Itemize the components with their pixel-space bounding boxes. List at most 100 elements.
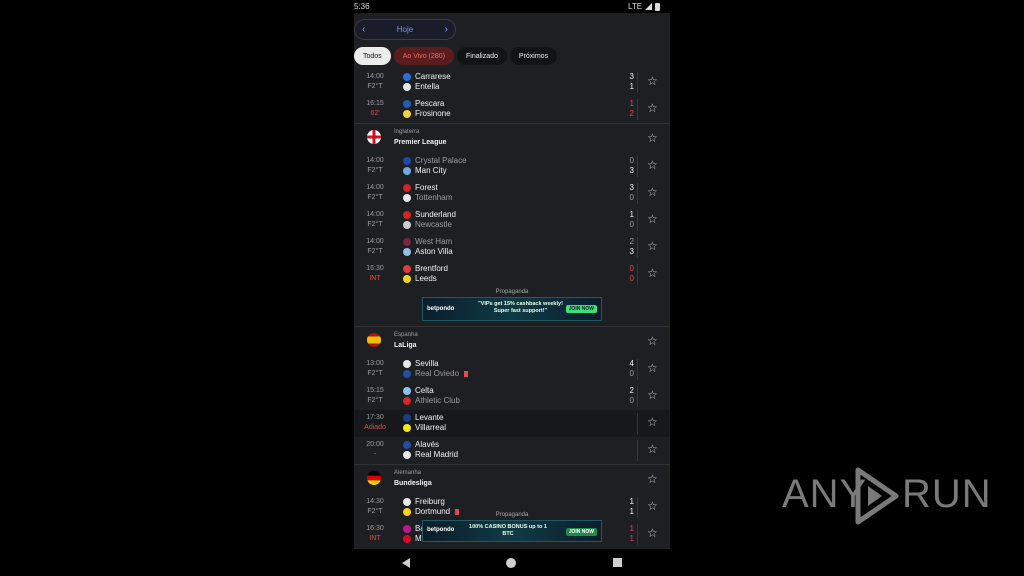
england-flag-icon (367, 130, 381, 144)
match-time: 14:00 F2°T (358, 156, 392, 176)
match-row[interactable]: 14:00 F2°T Carrarese Entella 3 1 ☆ (354, 69, 670, 96)
match-row[interactable]: 14:00 F2°T Crystal Palace Man City 0 3 ☆ (354, 153, 670, 180)
match-status: Adiado (364, 424, 386, 431)
kickoff-time: 16:30 (366, 265, 384, 272)
android-nav-bar (354, 549, 670, 576)
divider (637, 264, 638, 285)
home-score: 2 (629, 237, 634, 246)
star-outline-icon[interactable]: ☆ (647, 472, 658, 486)
app-screen: ‹ Hoje › Todos Ao Vivo (280) Finalizado Pró… (354, 13, 670, 549)
star-outline-icon[interactable]: ☆ (647, 361, 658, 375)
network-label: LTE (628, 2, 643, 11)
kickoff-time: 14:00 (366, 73, 384, 80)
date-picker[interactable]: ‹ Hoje › (354, 19, 456, 40)
nav-recent-icon[interactable] (612, 558, 622, 567)
star-outline-icon[interactable]: ☆ (647, 526, 658, 540)
ad-cta-button[interactable]: JOIN NOW (565, 305, 597, 313)
filter-tab-2[interactable]: Finalizado (456, 47, 507, 65)
away-score: 0 (629, 396, 634, 405)
filter-tab-0[interactable]: Todos (354, 47, 391, 65)
kickoff-time: 16:15 (366, 100, 384, 107)
star-outline-icon[interactable]: ☆ (647, 334, 658, 348)
away-team-name: Leeds (415, 274, 437, 283)
home-crest-icon (403, 360, 411, 368)
match-row[interactable]: 16:15 62' Pescara Frosinone 1 2 ☆ (354, 96, 670, 123)
date-label[interactable]: Hoje (397, 25, 413, 34)
league-name[interactable]: Bundesliga (394, 480, 432, 487)
match-row[interactable]: 15:15 F2°T Celta Athletic Club 2 0 ☆ (354, 383, 670, 410)
away-team-name: Man City (415, 166, 447, 175)
match-time: 20:00 - (358, 440, 392, 460)
league-header: Alemanha Bundesliga ☆ (354, 464, 670, 494)
home-team: Sunderland (403, 210, 456, 220)
next-day-icon[interactable]: › (445, 24, 448, 35)
nav-back-icon[interactable] (402, 557, 411, 568)
away-crest-icon (403, 83, 411, 91)
league-header: Espanha LaLiga ☆ (354, 326, 670, 356)
league-flag (367, 333, 381, 347)
match-time: 16:15 62' (358, 99, 392, 119)
ad-banner-bottom[interactable]: betpondo 100% CASINO BONUS up to 1 BTC J… (422, 520, 602, 542)
divider (637, 386, 638, 407)
star-outline-icon[interactable]: ☆ (647, 415, 658, 429)
home-team-name: Freiburg (415, 497, 445, 506)
star-outline-icon[interactable]: ☆ (647, 74, 658, 88)
away-team-name: Frosinone (415, 109, 451, 118)
divider (637, 413, 638, 434)
ad-slot: Propaganda betpondo "VIPs get 15% cashback… (354, 288, 670, 326)
ad-label: Propaganda (495, 289, 529, 295)
league-name[interactable]: Premier League (394, 139, 447, 146)
away-team-name: Real Madrid (415, 450, 459, 459)
star-outline-icon[interactable]: ☆ (647, 158, 658, 172)
star-outline-icon[interactable]: ☆ (647, 185, 658, 199)
home-crest-icon (403, 184, 411, 192)
kickoff-time: 14:00 (366, 157, 384, 164)
home-team: Brentford (403, 264, 448, 274)
match-row[interactable]: 14:00 F2°T Forest Tottenham 3 0 ☆ (354, 180, 670, 207)
filter-tab-3[interactable]: Próximos (509, 47, 558, 65)
match-row[interactable]: 17:30 Adiado Levante Villarreal ☆ (354, 410, 670, 437)
divider (637, 156, 638, 177)
star-outline-icon[interactable]: ☆ (647, 388, 658, 402)
star-outline-icon[interactable]: ☆ (647, 499, 658, 513)
home-team: Carrarese (403, 72, 451, 82)
star-outline-icon[interactable]: ☆ (647, 212, 658, 226)
home-team-name: Brentford (415, 264, 448, 273)
match-status: INT (369, 535, 381, 542)
away-score: 0 (629, 193, 634, 202)
away-team: Leeds (403, 274, 437, 284)
star-outline-icon[interactable]: ☆ (647, 101, 658, 115)
star-outline-icon[interactable]: ☆ (647, 266, 658, 280)
battery-icon (655, 2, 661, 11)
away-team-name: Tottenham (415, 193, 453, 202)
home-team: Crystal Palace (403, 156, 467, 166)
ad-label-bottom: Propaganda (495, 512, 529, 518)
nav-home-icon[interactable] (506, 557, 517, 568)
match-status: F2°T (367, 167, 383, 174)
away-crest-icon (403, 397, 411, 405)
match-row[interactable]: 14:00 F2°T West Ham Aston Villa 2 3 ☆ (354, 234, 670, 261)
away-team-name: Entella (415, 82, 440, 91)
match-list: 14:00 F2°T Carrarese Entella 3 1 ☆ 16:15 62' Pesc… (354, 69, 670, 548)
match-row[interactable]: 20:00 - Alavés Real Madrid ☆ (354, 437, 670, 464)
away-team-name: Athletic Club (415, 396, 460, 405)
filter-tab-1[interactable]: Ao Vivo (280) (393, 47, 454, 65)
home-team-name: Crystal Palace (415, 156, 467, 165)
kickoff-time: 16:30 (366, 525, 384, 532)
away-team-name: Newcastle (415, 220, 452, 229)
home-crest-icon (403, 265, 411, 273)
ad-cta-button[interactable]: JOIN NOW (565, 528, 597, 536)
league-flag (367, 130, 381, 144)
star-outline-icon[interactable]: ☆ (647, 131, 658, 145)
match-row[interactable]: 13:00 F2°T Sevilla Real Oviedo 4 0 ☆ (354, 356, 670, 383)
match-row[interactable]: 16:30 INT Brentford Leeds 0 0 ☆ (354, 261, 670, 288)
ad-banner[interactable]: betpondo "VIPs get 15% cashback weekly! S… (422, 297, 602, 321)
prev-day-icon[interactable]: ‹ (362, 24, 365, 35)
home-score: 3 (629, 72, 634, 81)
league-name[interactable]: LaLiga (394, 342, 417, 349)
divider (637, 99, 638, 120)
home-score: 1 (629, 99, 634, 108)
match-row[interactable]: 14:00 F2°T Sunderland Newcastle 1 0 ☆ (354, 207, 670, 234)
star-outline-icon[interactable]: ☆ (647, 442, 658, 456)
star-outline-icon[interactable]: ☆ (647, 239, 658, 253)
